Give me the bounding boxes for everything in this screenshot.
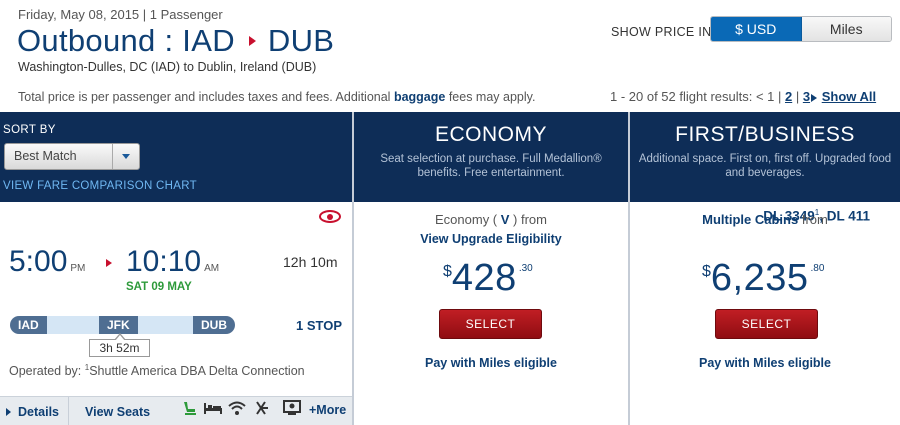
miles-option[interactable]: Miles <box>801 17 891 41</box>
economy-price-cents: .30 <box>518 263 533 274</box>
view-seats-link[interactable]: View Seats <box>85 405 150 419</box>
title-origin: Outbound : IAD <box>17 23 235 58</box>
column-divider <box>628 112 630 425</box>
price-unit-toggle: $ USD Miles <box>710 16 892 42</box>
show-price-label: SHOW PRICE IN <box>611 25 712 39</box>
power-icon <box>256 401 268 415</box>
multiple-cabins-link[interactable]: Multiple Cabins <box>702 212 798 227</box>
expand-icon <box>6 407 11 416</box>
page-link-3[interactable]: 3 <box>803 89 810 104</box>
next-page-icon[interactable] <box>811 93 818 102</box>
economy-select-button[interactable]: SELECT <box>439 309 542 339</box>
first-fare-label: Multiple Cabins from <box>630 212 900 227</box>
economy-header-title: ECONOMY <box>434 123 547 146</box>
bed-icon <box>204 403 222 414</box>
arrival-time: 10:10 AM <box>126 245 219 279</box>
sort-selected-value: Best Match <box>14 149 77 163</box>
eye-icon[interactable] <box>319 210 341 223</box>
price-note-text: Total price is per passenger and include… <box>18 90 394 104</box>
departure-ampm: PM <box>70 263 86 274</box>
economy-fare-label: Economy ( V ) from <box>354 212 628 227</box>
price-note: Total price is per passenger and include… <box>18 90 535 104</box>
entertainment-icon <box>283 400 301 415</box>
column-divider <box>352 112 354 425</box>
stops-count[interactable]: 1 STOP <box>296 318 342 333</box>
upgrade-eligibility-link[interactable]: View Upgrade Eligibility <box>354 232 628 246</box>
economy-pay-with-miles[interactable]: Pay with Miles eligible <box>354 356 628 370</box>
footer-divider <box>68 397 69 425</box>
first-price-amount: 6,235 <box>710 257 809 299</box>
chevron-down-icon[interactable] <box>112 144 139 169</box>
airport-destination: DUB <box>193 316 235 334</box>
arrival-date: SAT 09 MAY <box>126 281 192 293</box>
route-bar: IAD JFK DUB <box>10 316 235 334</box>
sort-dropdown[interactable]: Best Match <box>4 143 140 170</box>
arrival-ampm: AM <box>204 263 220 274</box>
economy-price-amount: 428 <box>451 257 517 299</box>
arrow-right-icon <box>106 259 112 267</box>
route-description: Washington-Dulles, DC (IAD) to Dublin, I… <box>18 60 317 74</box>
economy-price-currency: $ <box>443 263 452 280</box>
economy-price: $428.30 <box>443 257 533 300</box>
flight-results-page: Friday, May 08, 2015 | 1 Passenger Outbo… <box>0 0 900 425</box>
first-price: $6,235.80 <box>702 257 824 300</box>
page-title: Outbound : IAD DUB <box>17 23 334 59</box>
flight-card <box>0 202 352 425</box>
baggage-link[interactable]: baggage <box>394 90 445 104</box>
first-label-from: from <box>798 212 828 227</box>
first-price-cents: .80 <box>810 263 825 274</box>
page-link-2[interactable]: 2 <box>785 89 792 104</box>
title-destination: DUB <box>267 23 335 58</box>
details-label: Details <box>18 405 59 419</box>
price-note-text-end: fees may apply. <box>445 90 536 104</box>
economy-column-header: ECONOMY Seat selection at purchase. Full… <box>354 112 628 202</box>
layover-duration: 3h 52m <box>89 333 150 357</box>
operated-by: Operated by: 1Shuttle America DBA Delta … <box>9 363 305 378</box>
usd-option[interactable]: $ USD <box>711 17 802 41</box>
sort-by-label: SORT BY <box>3 124 56 136</box>
first-price-currency: $ <box>702 263 711 280</box>
seat-icon <box>184 402 196 415</box>
show-all-link[interactable]: Show All <box>822 89 876 104</box>
operated-by-prefix: Operated by: <box>9 364 85 379</box>
airport-connection: JFK <box>99 316 138 334</box>
first-header-desc: Additional space. First on, first off. U… <box>638 153 892 179</box>
first-pay-with-miles[interactable]: Pay with Miles eligible <box>630 356 900 370</box>
results-count: 1 - 20 of 52 flight results: < 1 | <box>610 89 785 104</box>
pagination: 1 - 20 of 52 flight results: < 1 | 2 | 3… <box>610 89 877 104</box>
departure-time: 5:00 PM <box>9 245 85 279</box>
airport-origin: IAD <box>10 316 47 334</box>
departure-time-value: 5:00 <box>9 245 68 278</box>
fare-comparison-link[interactable]: VIEW FARE COMPARISON CHART <box>3 180 197 192</box>
route-arrow-icon <box>248 35 256 46</box>
details-toggle[interactable]: Details <box>6 405 59 419</box>
economy-header-desc: Seat selection at purchase. Full Medalli… <box>380 153 602 179</box>
economy-label-from: ) from <box>509 212 547 227</box>
first-header-title: FIRST/BUSINESS <box>675 123 855 146</box>
more-amenities-link[interactable]: +More <box>309 403 346 417</box>
trip-date-passengers: Friday, May 08, 2015 | 1 Passenger <box>18 7 223 22</box>
flight-duration: 12h 10m <box>283 254 338 270</box>
operator-name: Shuttle America DBA Delta Connection <box>89 364 305 379</box>
economy-label-text: Economy ( <box>435 212 501 227</box>
first-column-header: FIRST/BUSINESS Additional space. First o… <box>630 112 900 202</box>
wifi-icon <box>228 401 246 415</box>
first-select-button[interactable]: SELECT <box>715 309 818 339</box>
arrival-time-value: 10:10 <box>126 245 202 278</box>
